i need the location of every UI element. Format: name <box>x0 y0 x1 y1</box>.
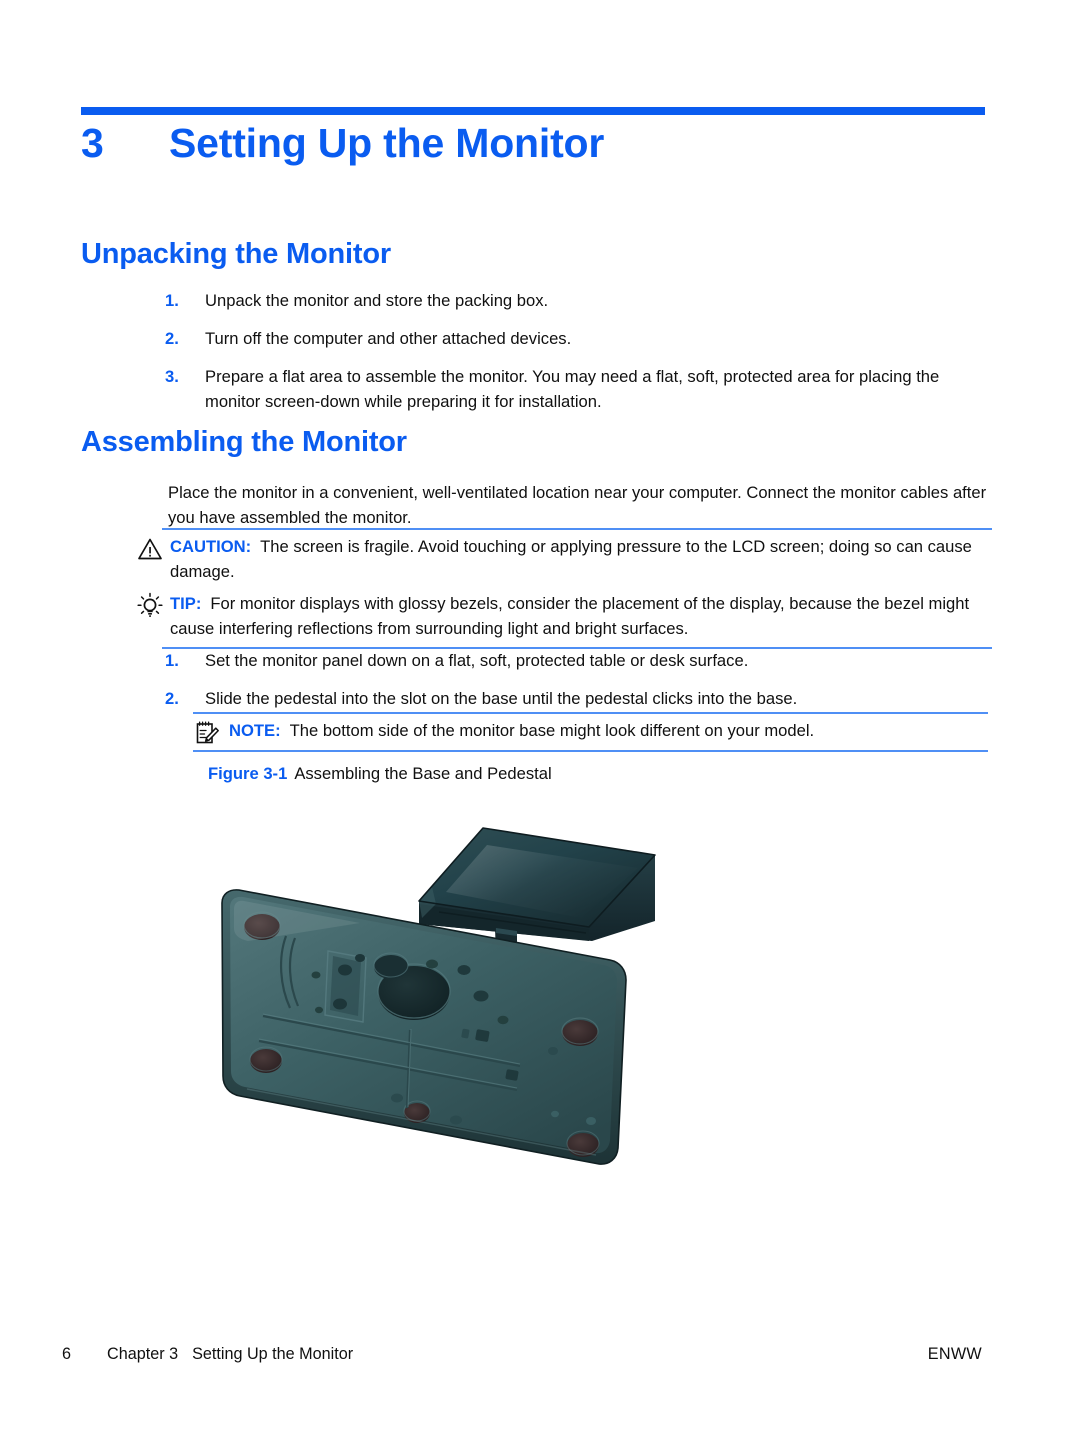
list-item-text: Prepare a flat area to assemble the moni… <box>205 367 940 411</box>
tip-admonition: TIP: For monitor displays with glossy bez… <box>136 591 992 649</box>
tip-text: For monitor displays with glossy bezels,… <box>170 594 970 638</box>
document-page: 3 Setting Up the Monitor Unpacking the Mo… <box>0 0 1080 1437</box>
caution-text: The screen is fragile. Avoid touching or… <box>170 537 972 581</box>
list-item-number: 3. <box>165 367 179 386</box>
heading-assembling-the-monitor: Assembling the Monitor <box>81 426 407 458</box>
chapter-header-rule <box>81 107 985 115</box>
page-title: 3 Setting Up the Monitor <box>81 120 991 167</box>
caution-body: CAUTION: The screen is fragile. Avoid tou… <box>136 534 992 584</box>
list-item: 1. Unpack the monitor and store the pack… <box>165 288 995 313</box>
footer-page-number: 6 <box>62 1345 72 1363</box>
note-text: The bottom side of the monitor base migh… <box>289 721 815 740</box>
list-item-text: Unpack the monitor and store the packing… <box>205 291 549 310</box>
list-item-number: 2. <box>165 329 179 348</box>
assembling-intro-paragraph: Place the monitor in a convenient, well-… <box>168 483 987 527</box>
note-admonition: NOTE: The bottom side of the monitor base… <box>193 712 988 752</box>
list-item-number: 2. <box>165 689 179 708</box>
list-item-text: Set the monitor panel down on a flat, so… <box>205 651 749 670</box>
list-item-text: Slide the pedestal into the slot on the … <box>205 689 798 708</box>
lightbulb-icon <box>136 592 164 620</box>
note-bottom-rule <box>193 750 988 752</box>
assembling-steps-list: 1. Set the monitor panel down on a flat,… <box>165 648 995 711</box>
note-label: NOTE: <box>229 721 281 740</box>
page-footer: 6 Chapter 3 Setting Up the Monitor ENWW <box>62 1345 982 1364</box>
note-body: NOTE: The bottom side of the monitor base… <box>193 718 988 744</box>
caution-label: CAUTION: <box>170 537 252 556</box>
notepad-pencil-icon <box>193 719 221 747</box>
figure-caption-text: Assembling the Base and Pedestal <box>294 764 552 783</box>
list-item: 2. Slide the pedestal into the slot on t… <box>165 686 995 711</box>
note-top-rule <box>193 712 988 714</box>
heading-unpacking-the-monitor: Unpacking the Monitor <box>81 238 391 270</box>
tip-body: TIP: For monitor displays with glossy bez… <box>136 591 992 641</box>
list-item: 2. Turn off the computer and other attac… <box>165 326 995 351</box>
chapter-number: 3 <box>81 120 104 166</box>
footer-locale-code: ENWW <box>927 1345 982 1363</box>
caution-admonition: CAUTION: The screen is fragile. Avoid tou… <box>136 528 992 584</box>
list-item: 1. Set the monitor panel down on a flat,… <box>165 648 995 673</box>
list-item: 3. Prepare a flat area to assemble the m… <box>165 364 995 414</box>
warning-triangle-icon <box>136 535 164 563</box>
footer-chapter-title: Setting Up the Monitor <box>192 1345 354 1363</box>
figure-assembling-base-and-pedestal <box>200 808 680 1208</box>
figure-caption: Figure 3-1 Assembling the Base and Pedest… <box>208 762 552 786</box>
caution-top-rule <box>162 528 992 530</box>
chapter-title-text: Setting Up the Monitor <box>169 120 605 166</box>
list-item-number: 1. <box>165 291 179 310</box>
footer-chapter-label: Chapter 3 <box>107 1345 179 1363</box>
list-item-number: 1. <box>165 651 179 670</box>
tip-label: TIP: <box>170 594 202 613</box>
unpacking-steps-list: 1. Unpack the monitor and store the pack… <box>165 288 995 414</box>
figure-number: Figure 3-1 <box>208 764 288 783</box>
list-item-text: Turn off the computer and other attached… <box>205 329 572 348</box>
